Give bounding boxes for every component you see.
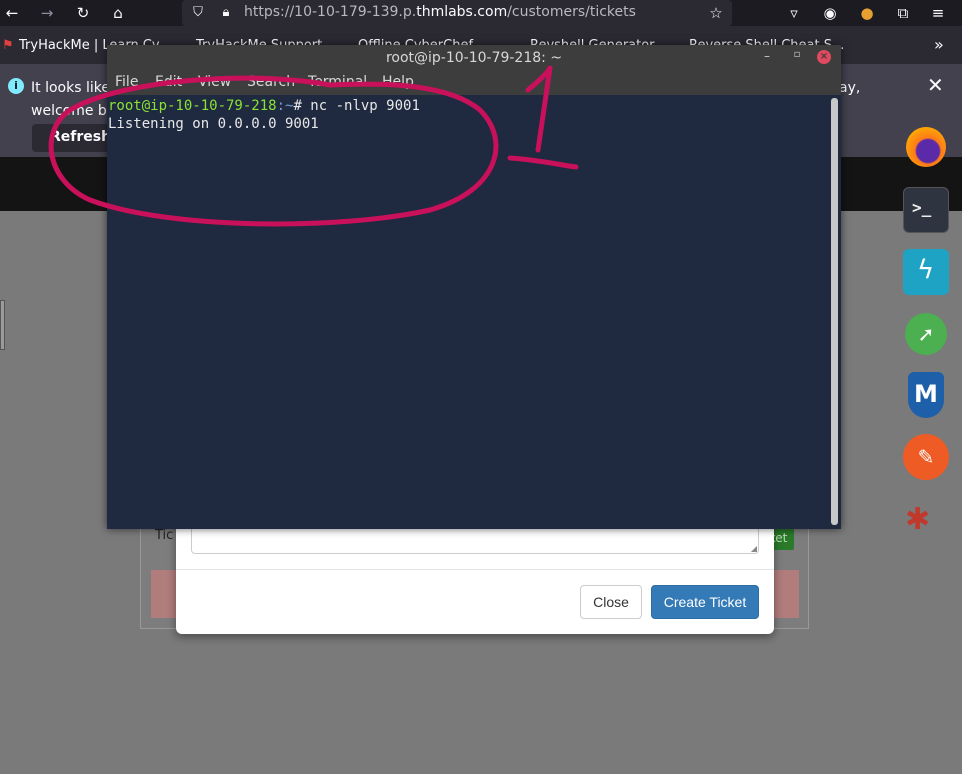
menu-edit[interactable]: Edit [155,74,182,90]
browser-toolbar: ← → ↻ ⌂ ⛉ 🔒︎ https://10-10-179-139.p.thm… [0,0,962,26]
lock-icon[interactable]: 🔒︎ [216,3,236,23]
terminal-output-line: Listening on 0.0.0.0 9001 [108,116,319,132]
create-ticket-button[interactable]: Create Ticket [651,585,759,619]
terminal-titlebar[interactable]: root@ip-10-10-79-218: ~ – ▫ × [107,45,841,73]
close-button[interactable]: Close [580,585,642,619]
resize-handle-icon[interactable]: ◢ [751,544,757,553]
minimize-icon[interactable]: – [759,49,775,65]
refresh-button[interactable]: Refresh [32,124,111,152]
burp-icon[interactable]: ϟ [903,249,949,295]
url-text[interactable]: https://10-10-179-139.p.thmlabs.com/cust… [244,4,636,20]
shield-icon[interactable]: ⛉ [188,3,208,23]
terminal-icon[interactable]: >_ [903,187,949,233]
postman-icon[interactable]: ✎ [903,434,949,480]
extension-icon[interactable]: ● [857,3,877,23]
close-notification-icon[interactable]: ✕ [927,73,944,97]
side-tab[interactable] [0,300,5,350]
more-bookmarks-chevron-icon[interactable]: » [934,35,944,54]
terminal-scrollbar[interactable] [831,98,838,525]
modal-footer-divider [176,569,774,570]
close-window-icon[interactable]: × [817,50,831,64]
extensions-puzzle-icon[interactable]: ⧉ [893,3,913,23]
notification-text-left: It looks like [31,80,110,96]
prompt-symbol: # [293,98,311,114]
url-bar[interactable]: ⛉ 🔒︎ https://10-10-179-139.p.thmlabs.com… [182,0,732,26]
back-arrow-icon[interactable]: ← [2,3,22,23]
menu-terminal[interactable]: Terminal [308,74,367,90]
terminal-menubar: File Edit View Search Terminal Help [107,73,841,95]
notification-text-right: ay, [839,80,861,96]
rocket-icon[interactable]: ➚ [903,311,949,357]
notification-text-line2: welcome ba [31,103,116,119]
terminal-window[interactable]: root@ip-10-10-79-218: ~ – ▫ × File Edit … [107,45,841,529]
terminal-screen[interactable]: root@ip-10-10-79-218:~# nc -nlvp 9001 Li… [107,95,829,529]
terminal-prompt-line: root@ip-10-10-79-218:~# nc -nlvp 9001 [108,98,420,114]
reload-icon[interactable]: ↻ [73,3,93,23]
prompt-user: root@ip-10-10-79-218 [108,98,277,114]
ticket-label: Tic [155,528,174,543]
prompt-path: :~ [276,98,294,114]
account-icon[interactable]: ◉ [820,3,840,23]
forward-arrow-icon[interactable]: → [37,3,57,23]
terminal-command: nc -nlvp 9001 [310,98,420,114]
bookmark-star-icon[interactable]: ☆ [706,3,726,23]
terminal-title: root@ip-10-10-79-218: ~ [385,50,563,66]
menu-help[interactable]: Help [382,74,414,90]
menu-file[interactable]: File [115,74,138,90]
hamburger-menu-icon[interactable]: ≡ [928,3,948,23]
tryhackme-bookmark-icon: ⚑ [2,38,14,53]
metasploit-icon[interactable]: M [903,372,949,418]
menu-view[interactable]: View [198,74,231,90]
pocket-icon[interactable]: ▿ [784,3,804,23]
info-icon: i [8,78,24,94]
home-icon[interactable]: ⌂ [108,3,128,23]
firefox-icon[interactable] [903,124,949,170]
maximize-icon[interactable]: ▫ [789,49,805,65]
menu-search[interactable]: Search [247,74,295,90]
ant-logo-icon[interactable]: ✱ [903,498,949,544]
